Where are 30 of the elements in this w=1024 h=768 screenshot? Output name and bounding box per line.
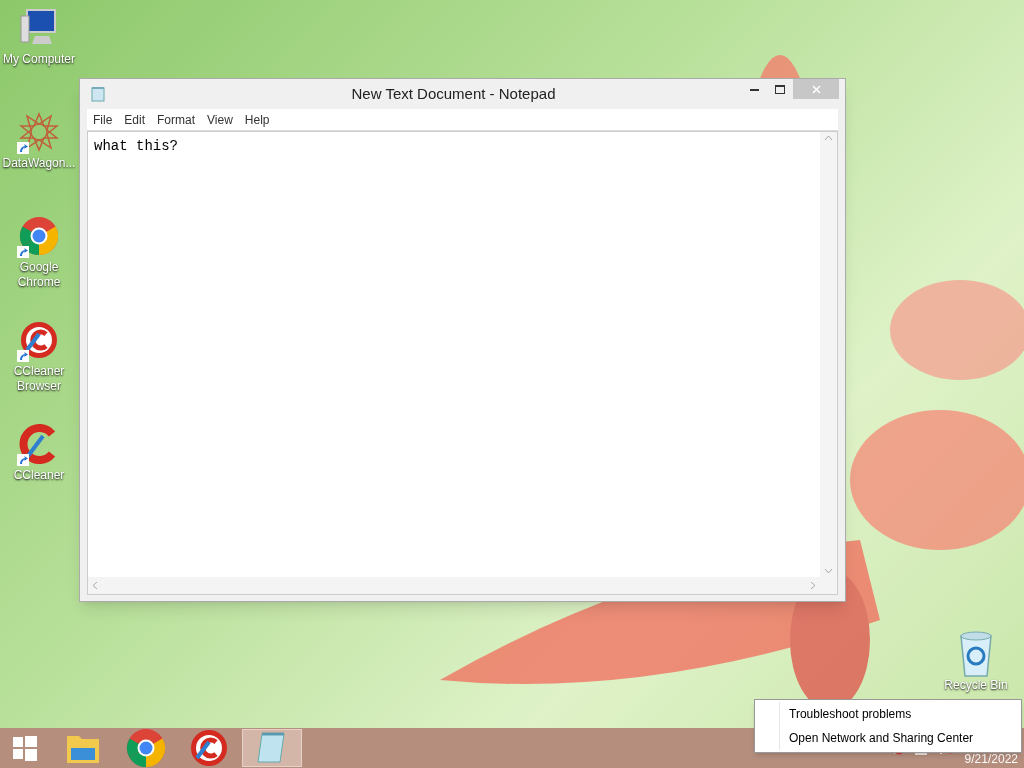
scroll-up-icon[interactable] [824,135,833,141]
scroll-left-icon[interactable] [92,581,98,590]
chrome-icon [126,728,166,768]
menu-item[interactable]: Edit [118,110,152,129]
menu-item[interactable]: Format [151,110,202,129]
star-pattern-icon[interactable] [19,112,59,152]
ccleaner-browser-icon [189,728,229,768]
ccleaner-browser-icon[interactable] [19,320,59,360]
desktop-icon-label: CCleaner Browser [12,364,66,394]
desktop-icon-label: DataWagon... [1,156,77,171]
menu-item[interactable]: Help [238,110,276,129]
minimize-icon [749,87,759,91]
window-title: New Text Document - Notepad [351,83,556,104]
notepad-icon [90,86,106,102]
scroll-right-icon[interactable] [810,581,816,590]
context-menu-item[interactable]: Open Network and Sharing Center [780,726,1021,750]
desktop-icon-label: CCleaner [12,468,66,483]
menu-item[interactable]: View [201,110,239,129]
recycle-bin-label: Recycle Bin [944,678,1008,693]
scroll-down-icon[interactable] [824,568,833,574]
horizontal-scrollbar[interactable] [88,577,820,594]
close-icon [811,84,821,94]
menu-item[interactable]: File [87,110,119,129]
maximize-icon [775,84,785,94]
desktop-icon-label: Google Chrome [16,260,62,290]
chrome-icon[interactable] [19,216,59,256]
desktop-icon-label: My Computer [2,52,76,67]
vertical-scrollbar[interactable] [820,132,837,577]
context-menu-item[interactable]: Troubleshoot problems [780,702,1021,726]
recycle-bin-icon[interactable] [957,630,995,678]
